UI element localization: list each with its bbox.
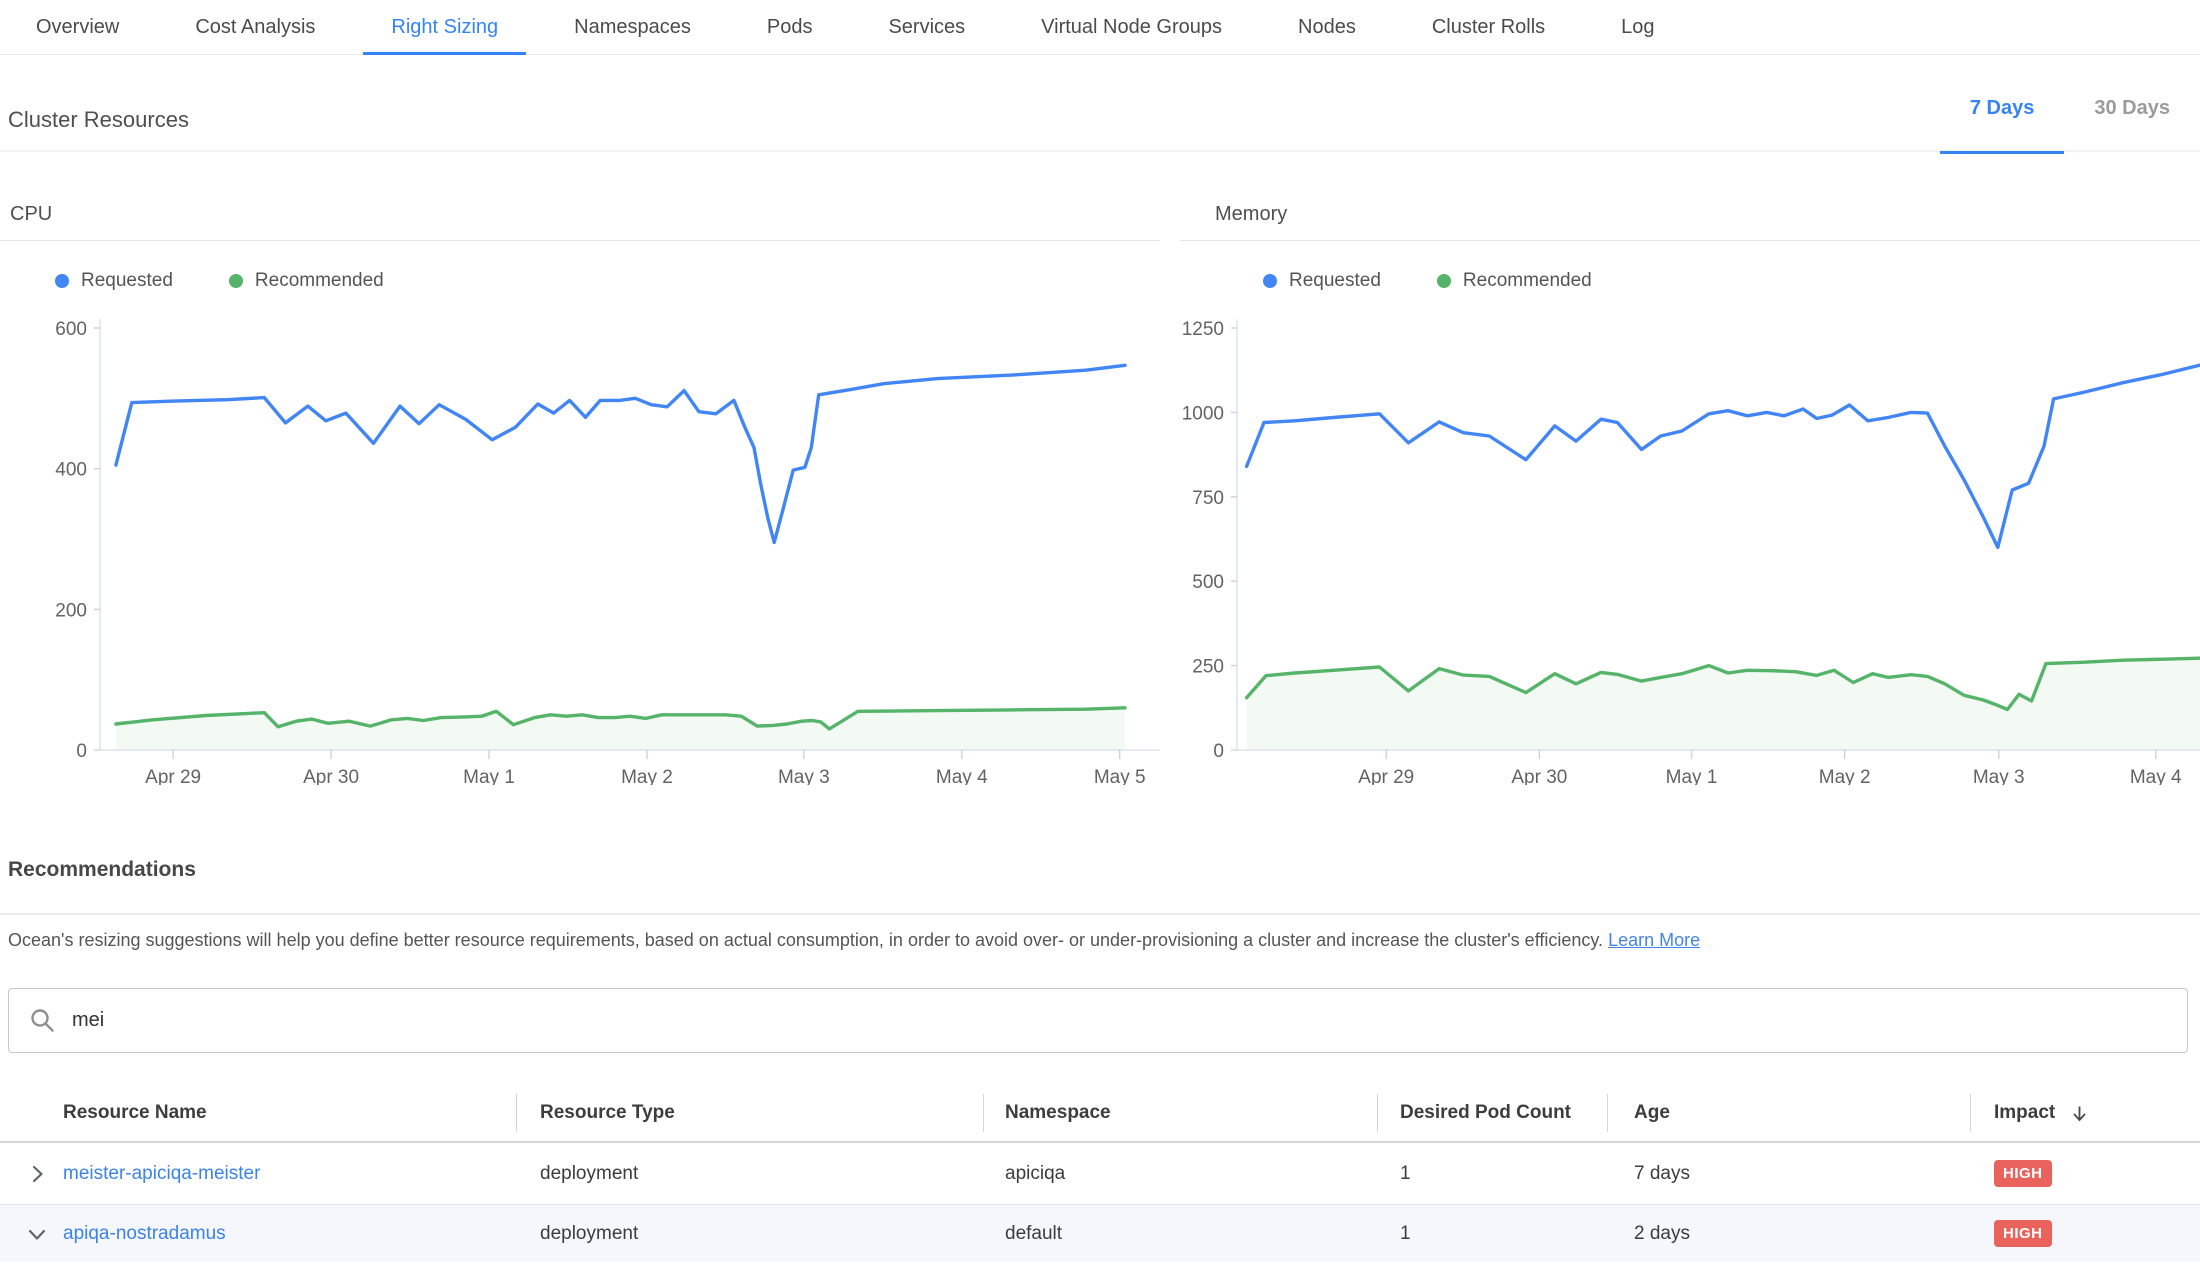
svg-text:May 1: May 1 [1666,767,1718,785]
svg-text:Apr 29: Apr 29 [1358,767,1414,785]
column-header-impact[interactable]: Impact [1970,1085,2200,1141]
recommendations-description: Ocean's resizing suggestions will help y… [8,930,1700,951]
resource-name-link[interactable]: meister-apiciqa-meister [63,1163,260,1185]
cpu-line-chart: 0 200 400 600 Apr 29 Apr 30 May 1 May 2 May 3 May… [0,315,1160,785]
namespace-cell: default [983,1223,1377,1245]
namespace-cell: apiciqa [983,1163,1377,1185]
svg-text:1250: 1250 [1182,319,1224,340]
memory-chart-panel: Memory Requested Recommended 0 250 500 750 1… [1180,195,2200,785]
table-row[interactable]: meister-apiciqa-meister deployment apici… [0,1143,2200,1205]
svg-text:May 2: May 2 [621,767,673,785]
cpu-chart-legend: Requested Recommended [55,269,1160,293]
svg-text:250: 250 [1192,657,1224,678]
impact-badge: HIGH [1994,1160,2052,1187]
memory-chart-title: Memory [1180,203,2200,241]
svg-text:May 2: May 2 [1819,767,1871,785]
chevron-right-icon[interactable] [26,1163,48,1185]
learn-more-link[interactable]: Learn More [1608,930,1700,950]
tab-virtual-node-groups[interactable]: Virtual Node Groups [1013,0,1250,54]
svg-text:600: 600 [55,319,87,340]
svg-text:500: 500 [1192,572,1224,593]
svg-text:400: 400 [55,460,87,481]
legend-label: Requested [1289,270,1381,292]
svg-text:May 3: May 3 [778,767,830,785]
svg-text:1000: 1000 [1182,403,1224,424]
legend-item-recommended[interactable]: Recommended [1437,270,1592,292]
requested-series-dot [1263,274,1277,288]
requested-series-dot [55,274,69,288]
cpu-chart-title: CPU [0,203,1160,241]
tab-services[interactable]: Services [860,0,993,54]
legend-item-requested[interactable]: Requested [1263,270,1381,292]
resource-type-cell: deployment [516,1223,983,1245]
cpu-chart-panel: CPU Requested Recommended 0 200 400 600 Apr … [0,195,1160,785]
age-cell: 2 days [1607,1223,1970,1245]
svg-text:750: 750 [1192,488,1224,509]
column-header-namespace[interactable]: Namespace [983,1085,1377,1141]
time-range-tabs: 7 Days 30 Days [1940,55,2200,152]
column-header-desired-pod-count[interactable]: Desired Pod Count [1377,1085,1607,1141]
svg-text:0: 0 [76,741,87,762]
tab-cost-analysis[interactable]: Cost Analysis [167,0,343,54]
search-box [8,988,2188,1053]
tab-right-sizing[interactable]: Right Sizing [363,0,526,54]
svg-text:May 4: May 4 [2130,767,2182,785]
legend-label: Recommended [255,270,384,292]
chevron-down-icon[interactable] [26,1223,48,1245]
tab-namespaces[interactable]: Namespaces [546,0,719,54]
search-icon [29,1007,56,1034]
divider [0,913,2200,915]
memory-line-chart: 0 250 500 750 1000 1250 Apr 29 Apr 30 May 1 May 2… [1180,315,2200,785]
svg-text:Apr 30: Apr 30 [303,767,359,785]
legend-label: Recommended [1463,270,1592,292]
resource-type-cell: deployment [516,1163,983,1185]
cluster-resources-title: Cluster Resources [8,107,189,133]
svg-text:0: 0 [1213,741,1224,762]
tab-overview[interactable]: Overview [8,0,147,54]
svg-text:Apr 30: Apr 30 [1511,767,1567,785]
svg-text:May 3: May 3 [1973,767,2025,785]
age-cell: 7 days [1607,1163,1970,1185]
recommendations-heading: Recommendations [8,858,196,882]
legend-item-recommended[interactable]: Recommended [229,270,384,292]
svg-text:May 5: May 5 [1094,767,1146,785]
tab-cluster-rolls[interactable]: Cluster Rolls [1404,0,1573,54]
svg-text:Apr 29: Apr 29 [145,767,201,785]
recommendations-table: Resource Name Resource Type Namespace De… [0,1085,2200,1262]
table-row[interactable]: apiqa-nostradamus deployment default 1 2… [0,1205,2200,1262]
range-tab-7-days[interactable]: 7 Days [1940,55,2065,152]
tab-pods[interactable]: Pods [739,0,841,54]
description-text: Ocean's resizing suggestions will help y… [8,930,1603,950]
legend-label: Requested [81,270,173,292]
svg-text:200: 200 [55,600,87,621]
cluster-resources-header: Cluster Resources 7 Days 30 Days [0,55,2200,152]
tab-nodes[interactable]: Nodes [1270,0,1384,54]
recommended-series-dot [229,274,243,288]
right-sizing-page: Overview Cost Analysis Right Sizing Name… [0,0,2200,1264]
legend-item-requested[interactable]: Requested [55,270,173,292]
impact-badge: HIGH [1994,1220,2052,1247]
svg-text:May 4: May 4 [936,767,988,785]
impact-header-label: Impact [1994,1102,2055,1124]
sort-descending-icon[interactable] [2069,1103,2090,1124]
svg-text:May 1: May 1 [463,767,515,785]
column-header-resource-type[interactable]: Resource Type [516,1085,983,1141]
resource-name-link[interactable]: apiqa-nostradamus [63,1223,226,1245]
search-input[interactable] [72,1009,2169,1032]
column-header-age[interactable]: Age [1607,1085,1970,1141]
tab-log[interactable]: Log [1593,0,1682,54]
table-header-row: Resource Name Resource Type Namespace De… [0,1085,2200,1143]
memory-chart-legend: Requested Recommended [1263,269,2200,293]
desired-pod-count-cell: 1 [1377,1223,1607,1245]
column-header-resource-name[interactable]: Resource Name [0,1085,516,1141]
range-tab-30-days[interactable]: 30 Days [2064,55,2200,152]
desired-pod-count-cell: 1 [1377,1163,1607,1185]
top-tab-bar: Overview Cost Analysis Right Sizing Name… [0,0,2200,55]
recommended-series-dot [1437,274,1451,288]
